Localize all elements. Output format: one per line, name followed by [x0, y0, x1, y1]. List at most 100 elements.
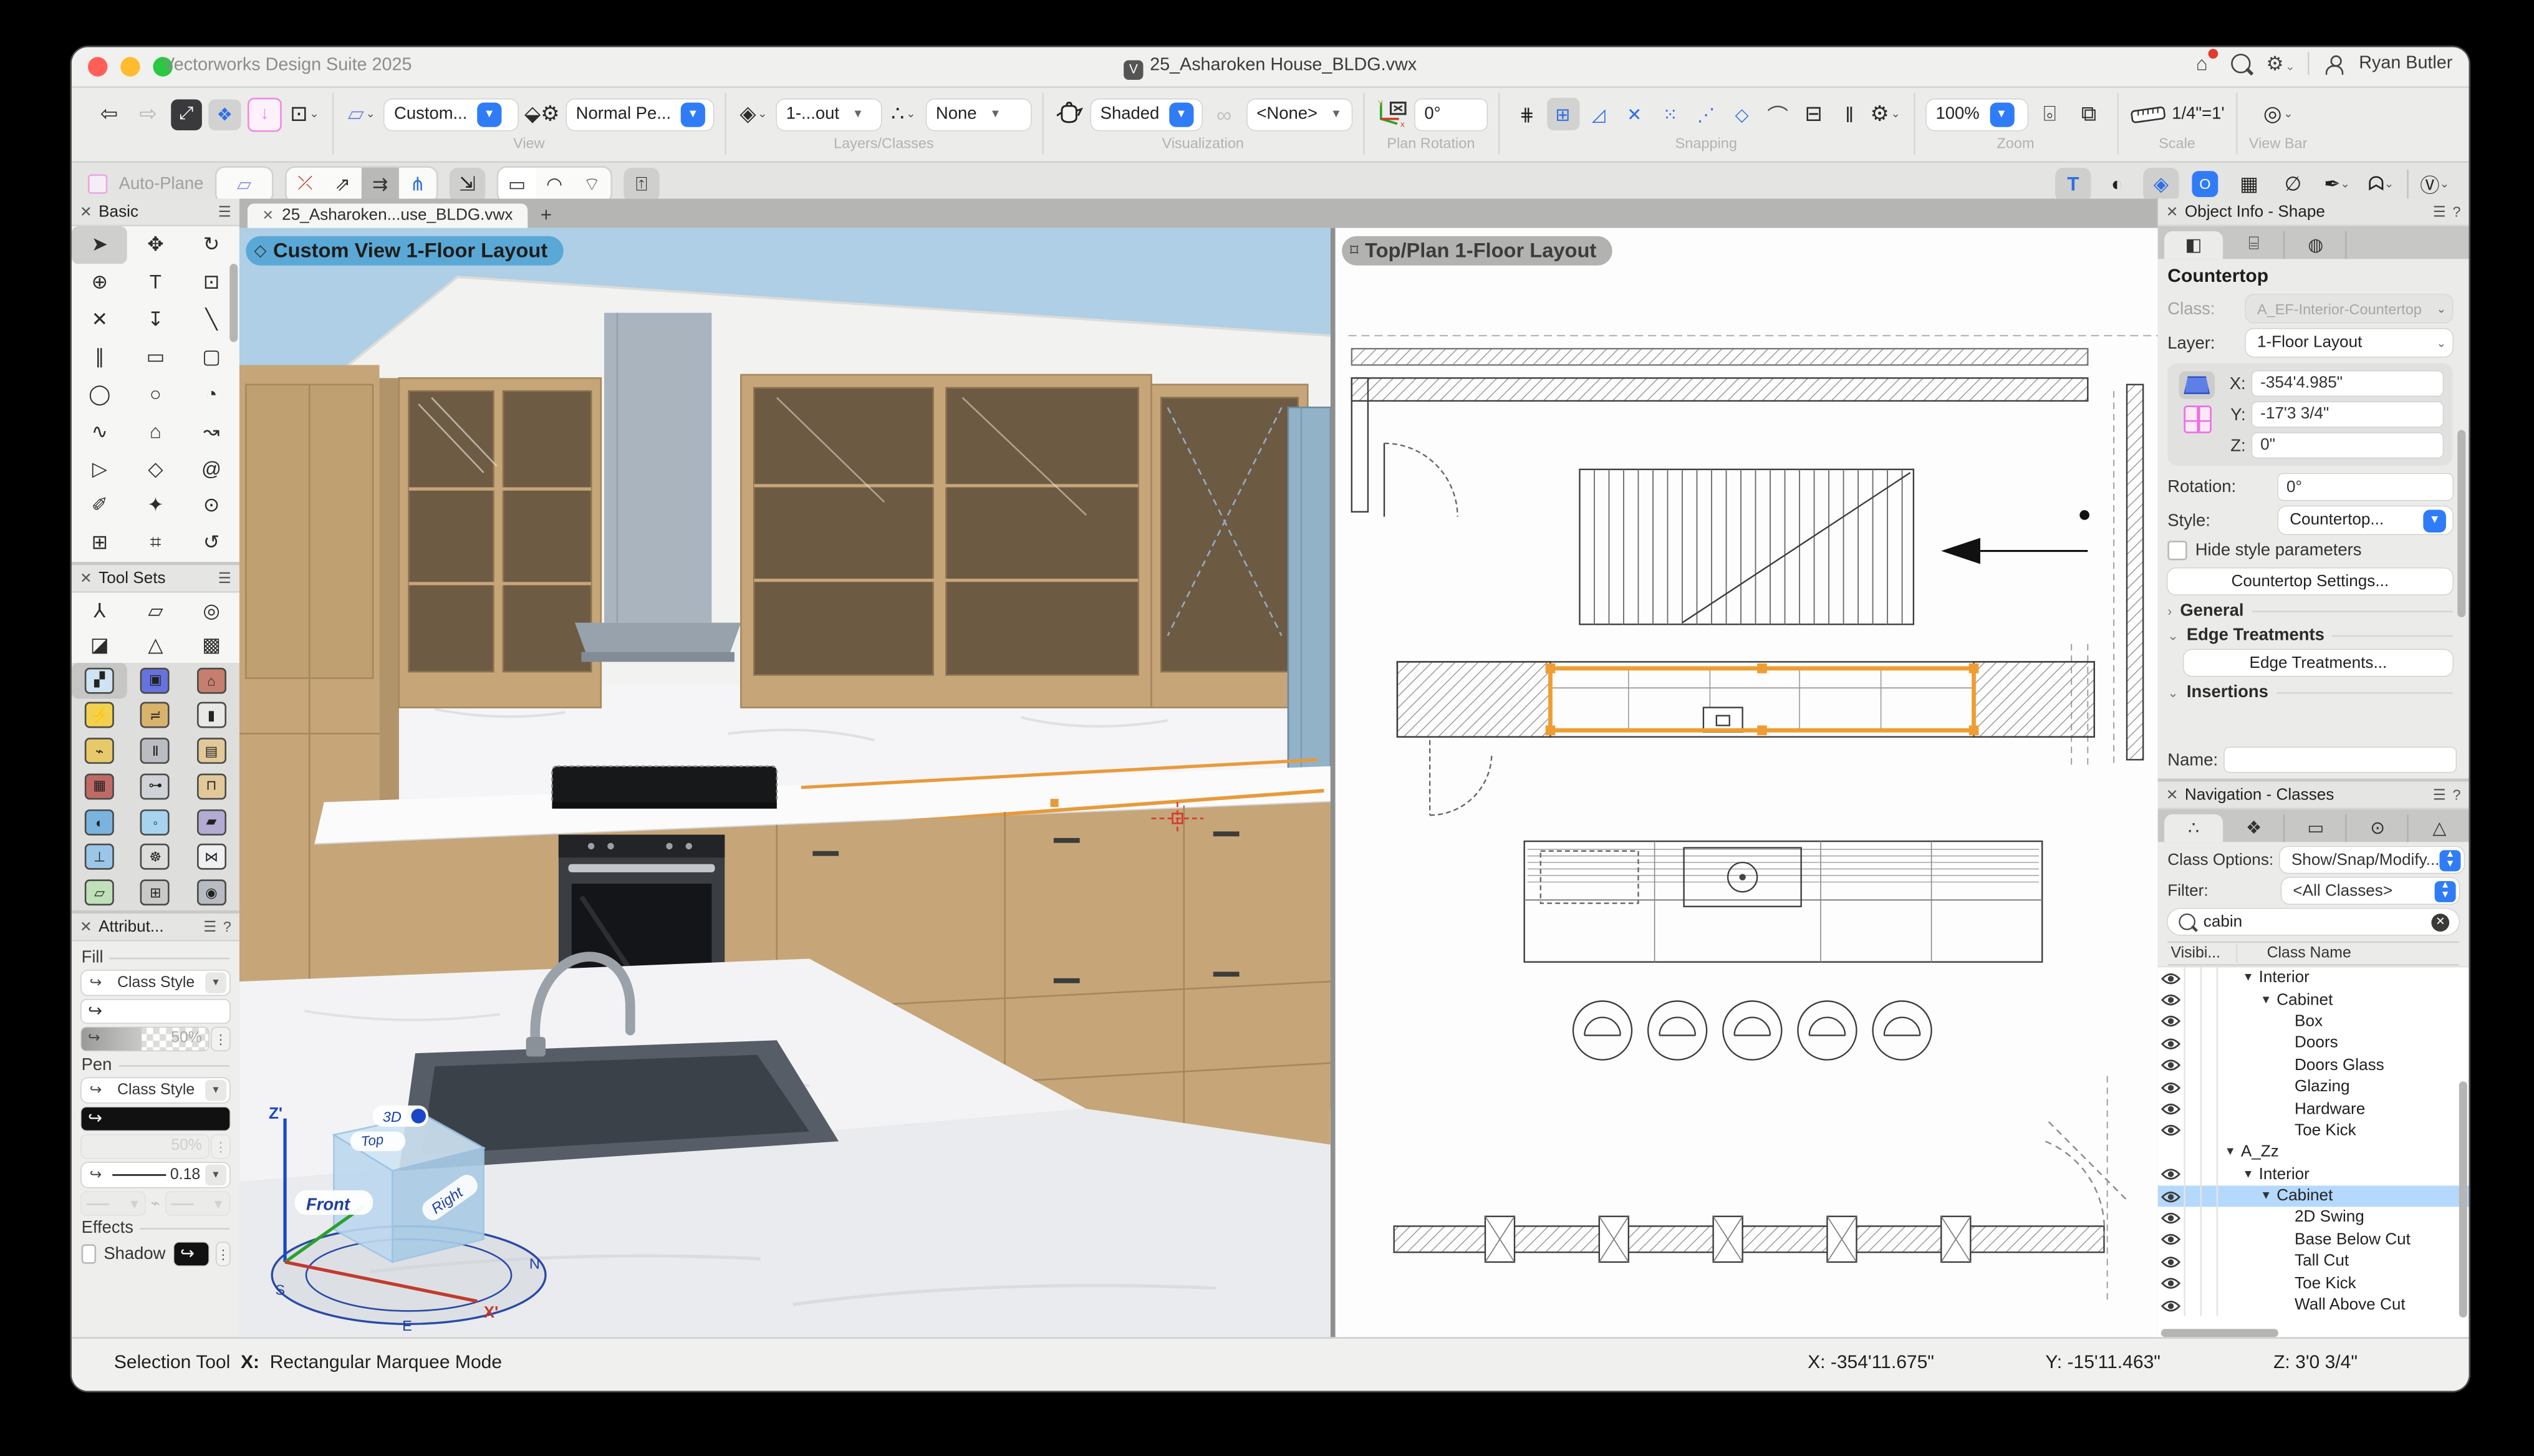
class-tree-row[interactable]: ▼ Interior [2158, 967, 2469, 989]
menu-icon[interactable]: ☰ [2433, 786, 2446, 804]
cube-top-face[interactable]: Top [360, 1132, 385, 1150]
object-info-scrollbar[interactable] [2457, 430, 2465, 617]
viewport-plan-label[interactable]: ⌑ Top/Plan 1-Floor Layout [1342, 236, 1612, 266]
snap-angle-icon[interactable]: ◿ [1583, 98, 1615, 130]
class-tree-row[interactable]: ▼ Toe Kick [2158, 1273, 2469, 1294]
chevron-right-icon[interactable]: › [2167, 604, 2172, 619]
wand-tool[interactable]: ✦ [128, 487, 184, 524]
close-icon[interactable]: ✕ [80, 918, 92, 936]
auto-plane-checkbox[interactable] [88, 174, 107, 193]
cabinet-tool[interactable]: ⊓ [183, 769, 239, 804]
rectangular-marquee-mode[interactable]: ▭ [498, 167, 536, 201]
freehand-tool[interactable]: ∿ [72, 413, 128, 450]
viewport-3d-pane[interactable]: ◇ Custom View 1-Floor Layout [239, 228, 1336, 1339]
door-panel-tool[interactable]: ▮ [183, 698, 239, 733]
circle-tool[interactable]: ◯ [72, 375, 128, 412]
zoom-tool[interactable]: ⊕ [72, 264, 128, 301]
menu-icon[interactable]: ☰ [218, 569, 231, 587]
active-layer-dropdown[interactable]: 1-...out▼ [776, 99, 880, 130]
visibility-eye-icon[interactable] [2161, 1190, 2180, 1203]
visibility-eye-icon[interactable] [2161, 1037, 2180, 1050]
solids-cube-tool[interactable]: ◪ [72, 628, 128, 663]
rotate-tool[interactable]: ↺ [183, 524, 239, 561]
visibility-eye-icon[interactable] [2161, 1212, 2180, 1225]
basic-palette-scrollbar[interactable] [229, 264, 238, 342]
expand-arrow-icon[interactable]: ▼ [2242, 973, 2253, 984]
rounded-rectangle-tool[interactable]: ▢ [183, 338, 239, 375]
view-mode-dropdown[interactable]: Custom...▼ [384, 99, 518, 130]
sheet-options-button[interactable]: ⊡⌄ [288, 98, 320, 130]
user-name[interactable]: Ryan Butler [2359, 54, 2452, 73]
class-tree-row[interactable]: ▼ Glazing [2158, 1076, 2469, 1098]
plane-mode-icon[interactable] [2179, 371, 2215, 398]
tab-shape[interactable]: ◧ [2164, 231, 2223, 259]
hide-details-toggle[interactable]: ∅ [2275, 167, 2311, 201]
site-polygon-tool[interactable]: ▱ [128, 593, 184, 628]
plan-rotation-field[interactable]: 0° [1415, 99, 1486, 130]
visibility-eye-icon[interactable] [2161, 1233, 2180, 1246]
class-search-input[interactable]: cabin ✕ [2167, 909, 2459, 935]
class-tree-row[interactable]: ▼ A_Zz [2158, 1142, 2469, 1164]
snap-object-icon[interactable]: ⊞ [1546, 98, 1579, 130]
snapping-pause-icon[interactable]: ‖ [1833, 98, 1866, 130]
back-button[interactable]: ⇦ [93, 98, 125, 130]
class-tree-row[interactable]: ▼ Doors [2158, 1033, 2469, 1054]
expand-arrow-icon[interactable]: ▼ [2225, 1147, 2236, 1159]
double-line-tool[interactable]: ∥ [72, 338, 128, 375]
visibility-eye-icon[interactable] [2161, 1059, 2180, 1072]
render-teapot-icon[interactable] [1055, 101, 1084, 127]
house-building-tool[interactable]: ⌂ [183, 663, 239, 698]
visibility-eye-icon[interactable] [2161, 1015, 2180, 1028]
class-tree-row[interactable]: ▼ Tall Cut [2158, 1251, 2469, 1273]
polygon-marquee-mode[interactable]: ⌔ [573, 167, 610, 201]
class-tree-row[interactable]: ▼ Doors Glass [2158, 1054, 2469, 1076]
z-coordinate-field[interactable]: 0" [2252, 433, 2443, 458]
multi-pane-icon[interactable]: ▱⌄ [345, 98, 378, 130]
class-tree-row[interactable]: ▼ Toe Kick [2158, 1120, 2469, 1142]
scale-value[interactable]: 1/4"=1' [2172, 104, 2224, 123]
interactive-scaling-mode-button[interactable]: ⍐ [624, 167, 659, 201]
class-tree-row[interactable]: ▼ Box [2158, 1011, 2469, 1033]
tab-data[interactable]: ⌸ [2225, 231, 2285, 259]
class-tree-row[interactable]: ▼ Cabinet [2158, 1185, 2469, 1207]
menu-icon[interactable]: ☰ [2433, 203, 2446, 221]
snap-working-plane-icon[interactable]: ◇ [1726, 98, 1758, 130]
text-along-path-toggle[interactable]: T [2055, 167, 2091, 201]
help-icon[interactable]: ? [2452, 203, 2460, 219]
menu-icon[interactable]: ☰ [203, 918, 216, 936]
y-coordinate-field[interactable]: -17'3 3/4" [2252, 402, 2443, 427]
class-tree-horizontal-scrollbar[interactable] [2161, 1329, 2278, 1337]
close-icon[interactable]: ✕ [80, 569, 92, 587]
cube-front-face[interactable]: Front [306, 1194, 351, 1213]
ruler-tool[interactable]: ▤ [183, 733, 239, 768]
vectorworks-assistant-menu[interactable]: Ⓥ⌄ [2417, 167, 2452, 201]
spotlight-tool[interactable]: ⅄ [72, 593, 128, 628]
polyline-tool[interactable]: ↝ [183, 413, 239, 450]
class-tree-row[interactable]: ▼ Base Below Cut [2158, 1229, 2469, 1251]
lasso-marquee-mode[interactable]: ◠ [536, 167, 573, 201]
water-drop-tool[interactable]: ◦ [128, 804, 184, 839]
planar-mode-button[interactable]: ▱ [226, 167, 263, 201]
flyover-tool[interactable]: ↻ [183, 226, 239, 263]
projection-cube-icon[interactable]: ⬙⚙ [524, 98, 560, 130]
layers-stack-button[interactable]: ❖ [208, 99, 241, 130]
expand-arrow-icon[interactable]: ▼ [2260, 1190, 2271, 1202]
ellipse-tool[interactable]: ○ [128, 375, 184, 412]
visibility-eye-icon[interactable] [2161, 971, 2180, 985]
general-section[interactable]: General [2180, 601, 2243, 620]
shadow-menu[interactable]: ⋮ [216, 1243, 229, 1266]
home-icon[interactable]: ⌂ [2190, 52, 2214, 75]
arc-tool[interactable]: ◔ [183, 375, 239, 412]
visibility-eye-icon[interactable] [2161, 1168, 2180, 1181]
shadow-swatch[interactable]: ↪ [174, 1243, 209, 1266]
grid-mode-icon[interactable] [2183, 405, 2210, 433]
origin-marker-toggle[interactable]: O [2187, 167, 2223, 201]
polygon-tool[interactable]: ⌂ [128, 413, 184, 450]
selection-tool[interactable]: ➤ [72, 226, 128, 263]
clear-search-icon[interactable]: ✕ [2431, 913, 2449, 931]
section-view-button[interactable]: ↓ [248, 97, 282, 131]
tab-design-layers[interactable]: ❖ [2225, 814, 2285, 842]
window-tool[interactable]: ▞ [72, 663, 128, 698]
resize-mode-button[interactable]: ⇲ [450, 167, 485, 201]
site-globe-tool[interactable]: ◐ [72, 804, 128, 839]
